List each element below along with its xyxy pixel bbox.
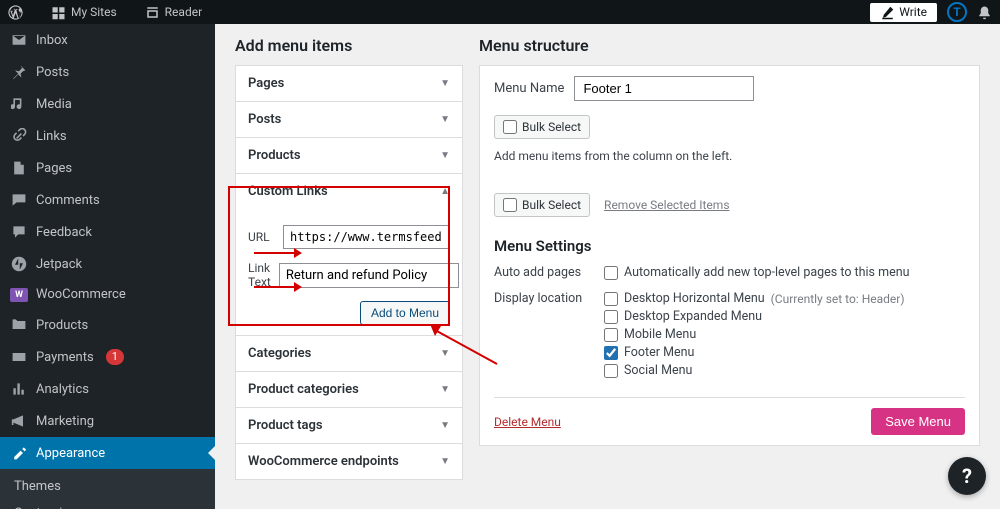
admin-sidebar: Inbox Posts Media Links Pages Comments F…	[0, 24, 215, 509]
submenu-themes[interactable]: Themes	[0, 473, 215, 500]
sidebar-item-media[interactable]: Media	[0, 88, 215, 120]
empty-hint: Add menu items from the column on the le…	[494, 149, 965, 163]
url-input[interactable]	[283, 225, 450, 249]
my-sites-icon	[51, 5, 66, 20]
location-desktop-horizontal[interactable]: Desktop Horizontal Menu (Currently set t…	[604, 291, 965, 306]
sidebar-item-woocommerce[interactable]: WWooCommerce	[0, 280, 215, 309]
location-social[interactable]: Social Menu	[604, 363, 965, 378]
accordion-custom-links-header[interactable]: Custom Links▲	[236, 174, 462, 209]
main-content: Add menu items Pages▼ Posts▼ Products▼ C…	[215, 24, 1000, 509]
marketing-icon	[10, 412, 28, 430]
accordion-categories[interactable]: Categories▼	[236, 336, 462, 372]
link-icon	[10, 127, 28, 145]
payments-icon	[10, 348, 28, 366]
woocommerce-icon: W	[10, 288, 28, 302]
sidebar-item-appearance[interactable]: Appearance	[0, 437, 215, 469]
analytics-icon	[10, 380, 28, 398]
comments-icon	[10, 191, 28, 209]
chevron-up-icon: ▲	[440, 186, 450, 197]
delete-menu-link[interactable]: Delete Menu	[494, 415, 561, 429]
accordion-products[interactable]: Products▼	[236, 138, 462, 174]
wordpress-icon	[8, 5, 23, 20]
products-icon	[10, 316, 28, 334]
my-sites-link[interactable]: My Sites	[43, 0, 125, 24]
badge: 1	[106, 349, 124, 365]
reader-icon	[145, 5, 160, 20]
notifications-icon[interactable]	[977, 5, 992, 20]
avatar[interactable]: T	[947, 2, 967, 22]
menu-settings-heading: Menu Settings	[494, 237, 965, 255]
sidebar-item-payments[interactable]: Payments1	[0, 341, 215, 373]
menu-structure-panel: Menu Name Bulk Select Add menu items fro…	[479, 65, 980, 446]
appearance-icon	[10, 444, 28, 462]
bulk-select-top[interactable]: Bulk Select	[494, 115, 590, 139]
write-button[interactable]: Write	[870, 3, 937, 22]
link-text-label: Link Text	[248, 261, 271, 289]
submenu-customize[interactable]: Customize	[0, 500, 215, 509]
add-menu-items-panel: Add menu items Pages▼ Posts▼ Products▼ C…	[235, 36, 463, 480]
chevron-down-icon: ▼	[440, 114, 450, 125]
add-items-heading: Add menu items	[235, 36, 463, 55]
menu-name-input[interactable]	[574, 76, 754, 101]
add-to-menu-button[interactable]: Add to Menu	[360, 301, 450, 325]
accordion-custom-links: Custom Links▲ URL Link Text Add to Menu	[236, 174, 462, 336]
pushpin-icon	[10, 63, 28, 81]
accordion-product-tags[interactable]: Product tags▼	[236, 408, 462, 444]
display-location-label: Display location	[494, 291, 584, 381]
link-text-input[interactable]	[279, 263, 459, 288]
chevron-down-icon: ▼	[440, 456, 450, 467]
appearance-submenu: Themes Customize Widgets Menus	[0, 469, 215, 509]
auto-add-label: Auto add pages	[494, 265, 584, 283]
chevron-down-icon: ▼	[440, 78, 450, 89]
jetpack-icon	[10, 255, 28, 273]
sidebar-item-pages[interactable]: Pages	[0, 152, 215, 184]
auto-add-option[interactable]: Automatically add new top-level pages to…	[604, 265, 965, 280]
menu-name-label: Menu Name	[494, 81, 564, 96]
admin-bar: My Sites Reader Write T	[0, 0, 1000, 24]
sidebar-item-feedback[interactable]: Feedback	[0, 216, 215, 248]
feedback-icon	[10, 223, 28, 241]
wp-logo[interactable]	[0, 0, 31, 24]
chevron-down-icon: ▼	[440, 150, 450, 161]
accordion-product-categories[interactable]: Product categories▼	[236, 372, 462, 408]
remove-selected-link[interactable]: Remove Selected Items	[604, 198, 729, 212]
chevron-down-icon: ▼	[440, 420, 450, 431]
sidebar-item-marketing[interactable]: Marketing	[0, 405, 215, 437]
reader-label: Reader	[165, 5, 202, 19]
chevron-down-icon: ▼	[440, 348, 450, 359]
sidebar-item-posts[interactable]: Posts	[0, 56, 215, 88]
location-footer[interactable]: Footer Menu	[604, 345, 965, 360]
sidebar-item-comments[interactable]: Comments	[0, 184, 215, 216]
chevron-down-icon: ▼	[440, 384, 450, 395]
help-fab-button[interactable]: ?	[948, 457, 986, 495]
sidebar-item-links[interactable]: Links	[0, 120, 215, 152]
accordion-posts[interactable]: Posts▼	[236, 102, 462, 138]
menu-items-accordion: Pages▼ Posts▼ Products▼ Custom Links▲ UR…	[235, 65, 463, 480]
accordion-pages[interactable]: Pages▼	[236, 66, 462, 102]
bulk-select-bottom[interactable]: Bulk Select	[494, 193, 590, 217]
location-desktop-expanded[interactable]: Desktop Expanded Menu	[604, 309, 965, 324]
sidebar-item-jetpack[interactable]: Jetpack	[0, 248, 215, 280]
sidebar-item-inbox[interactable]: Inbox	[0, 24, 215, 56]
mail-icon	[10, 31, 28, 49]
page-icon	[10, 159, 28, 177]
sidebar-item-analytics[interactable]: Analytics	[0, 373, 215, 405]
pencil-icon	[880, 5, 895, 20]
media-icon	[10, 95, 28, 113]
location-mobile[interactable]: Mobile Menu	[604, 327, 965, 342]
my-sites-label: My Sites	[71, 5, 117, 19]
reader-link[interactable]: Reader	[137, 0, 210, 24]
sidebar-item-products[interactable]: Products	[0, 309, 215, 341]
save-menu-button[interactable]: Save Menu	[871, 408, 965, 435]
menu-structure-heading: Menu structure	[479, 36, 980, 55]
accordion-woo-endpoints[interactable]: WooCommerce endpoints▼	[236, 444, 462, 479]
url-label: URL	[248, 230, 275, 244]
